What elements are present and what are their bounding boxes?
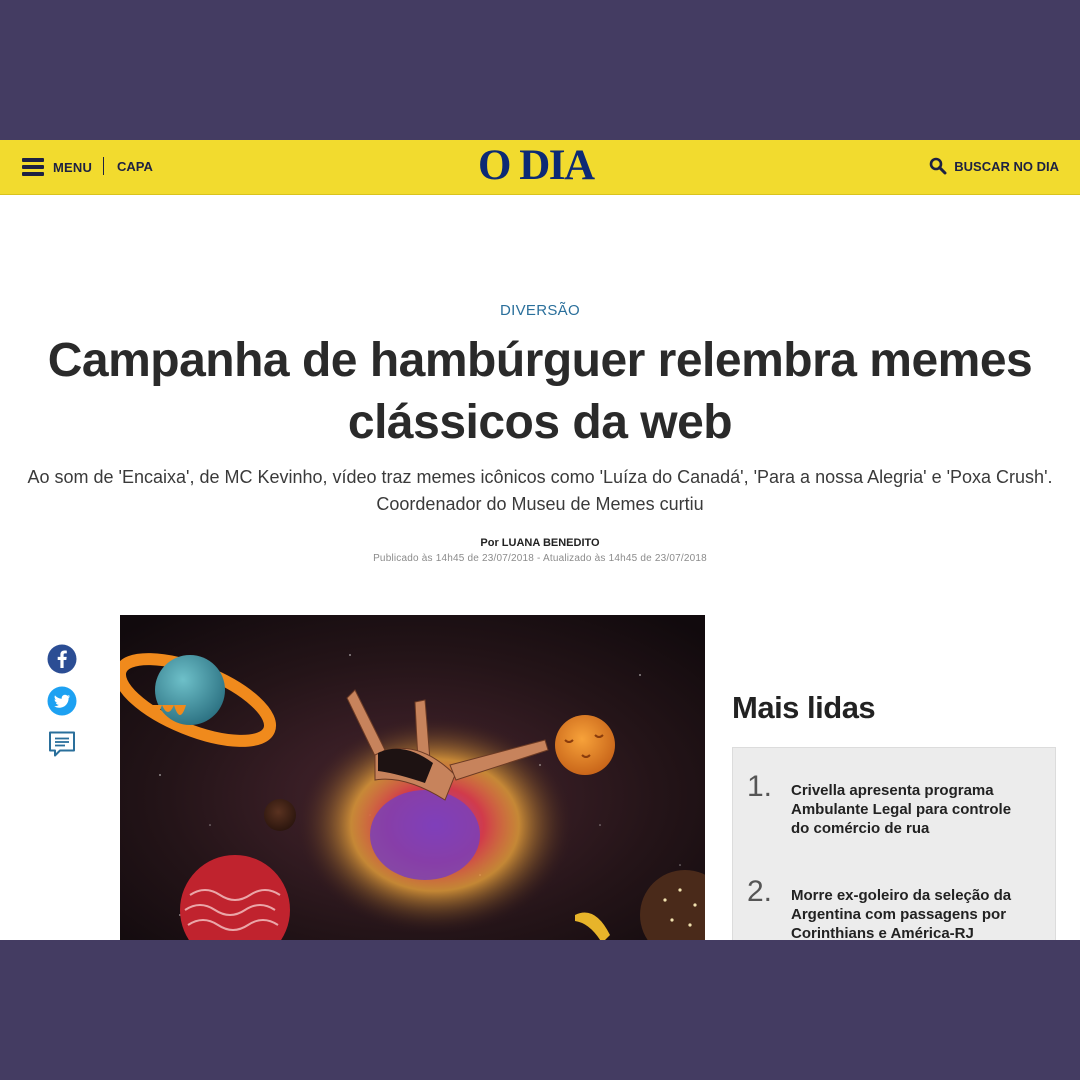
webpage: MENU CAPA O DIA BUSCAR NO DIA DIVERSÃO C… (0, 140, 1080, 940)
site-logo[interactable]: O DIA (478, 143, 595, 189)
search-icon (929, 157, 947, 175)
background-frame-bottom (0, 940, 1080, 1080)
site-header: MENU CAPA O DIA BUSCAR NO DIA (0, 140, 1080, 195)
comment-icon[interactable] (47, 729, 77, 759)
header-divider (103, 157, 104, 175)
menu-button[interactable]: MENU (22, 156, 92, 178)
background-frame-top (0, 0, 1080, 140)
search-button[interactable]: BUSCAR NO DIA (929, 157, 1059, 175)
section-label[interactable]: DIVERSÃO (0, 302, 1080, 319)
menu-label: MENU (53, 159, 93, 175)
article-dates: Publicado às 14h45 de 23/07/2018 - Atual… (373, 553, 707, 564)
most-read-number: 2. (747, 875, 773, 908)
most-read-text: Crivella apresenta programa Ambulante Le… (791, 782, 1012, 837)
most-read-text: Morre ex-goleiro da seleção da Argentina… (791, 887, 1012, 940)
hamburger-icon (22, 158, 44, 176)
hero-illustration (120, 615, 705, 940)
most-read-number: 1. (747, 770, 773, 803)
article-byline: Por LUANA BENEDITO (480, 537, 600, 549)
article-headline: Campanha de hambúrguer relembra memes cl… (47, 334, 1033, 449)
most-read-title: Mais lidas (732, 690, 876, 725)
search-label: BUSCAR NO DIA (954, 158, 1059, 174)
most-read-list: 1. Crivella apresenta programa Ambulante… (732, 747, 1056, 940)
article-subtitle: Ao som de 'Encaixa', de MC Kevinho, víde… (27, 467, 1053, 514)
capa-link[interactable]: CAPA (117, 159, 153, 174)
facebook-icon[interactable] (47, 644, 77, 674)
twitter-icon[interactable] (47, 686, 77, 716)
hero-image[interactable] (120, 615, 705, 940)
